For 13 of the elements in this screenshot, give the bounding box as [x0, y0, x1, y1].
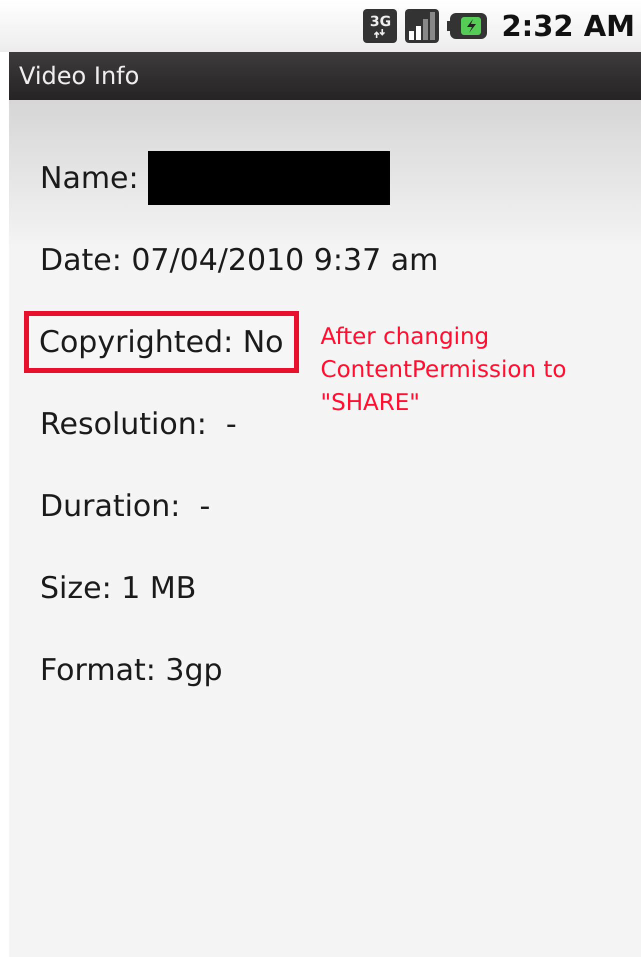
- window-title: Video Info: [19, 62, 140, 90]
- info-label: Size: 1 MB: [40, 570, 196, 606]
- info-label: Date: 07/04/2010 9:37 am: [40, 242, 438, 278]
- battery-charging-icon: [447, 13, 488, 39]
- info-label: Resolution: -: [40, 406, 237, 442]
- info-label: Name:: [40, 160, 139, 196]
- info-label: Copyrighted: No: [39, 324, 284, 360]
- info-label: Duration: -: [40, 488, 210, 524]
- clock-time: 2:32 AM: [501, 9, 635, 43]
- info-label: Format: 3gp: [40, 652, 223, 688]
- signal-icon: [405, 9, 440, 43]
- annotation-note: After changing ContentPermission to "SHARE": [320, 323, 568, 418]
- network-type-icon: 3G: [363, 9, 398, 43]
